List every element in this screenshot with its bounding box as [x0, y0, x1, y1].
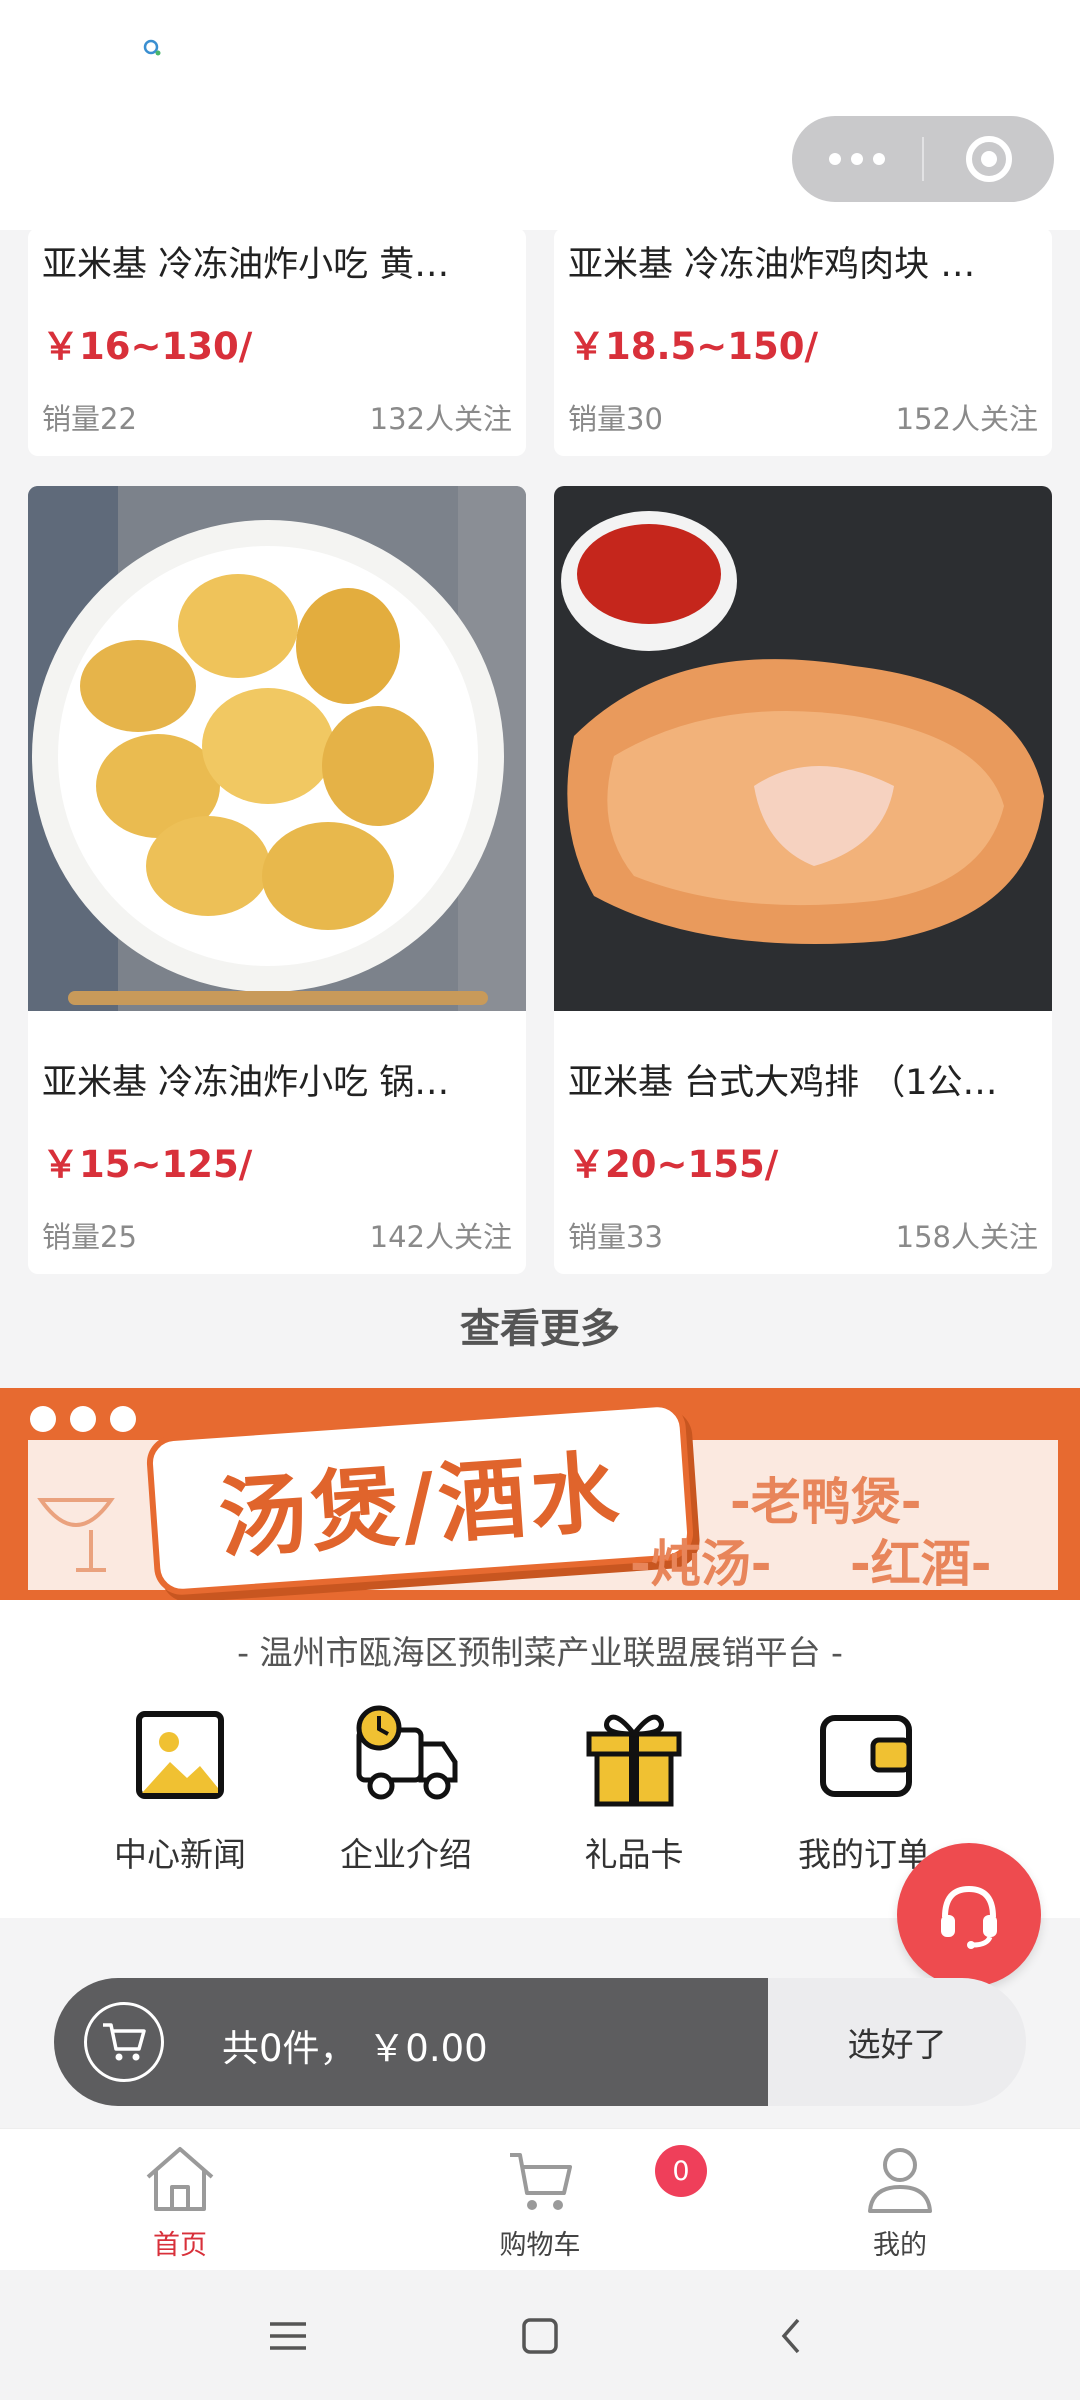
- quick-link-company[interactable]: 企业介绍: [306, 1700, 506, 1876]
- product-title: 亚米基 冷冻油炸小吃 锅…: [42, 1063, 450, 1103]
- cart-total: 共0件， ￥0.00: [222, 2027, 488, 2070]
- menu-nav-button[interactable]: [258, 2306, 318, 2366]
- headset-icon: [941, 1885, 997, 1949]
- square-icon: [522, 2318, 558, 2354]
- product-follow-count: 158人关注: [895, 1220, 1038, 1254]
- quick-link-label: 企业介绍: [340, 1835, 472, 1874]
- platform-slogan: - 温州市瓯海区预制菜产业联盟展销平台 -: [237, 1633, 843, 1672]
- product-card[interactable]: 亚米基 冷冻油炸鸡肉块 … ￥18.5~150/ 销量30 152人关注: [554, 228, 1052, 456]
- mini-program-capsule: [792, 116, 1054, 202]
- promo-banner[interactable]: 汤煲/酒水 -老鸭煲- -炖汤- -红酒-: [0, 1388, 1080, 1600]
- product-card[interactable]: 亚米基 冷冻油炸小吃 黄… ￥16~130/ 销量22 132人关注: [28, 228, 526, 456]
- product-price: ￥15~125/: [42, 1143, 253, 1186]
- product-follow-count: 142人关注: [369, 1220, 512, 1254]
- cart-icon: [103, 2023, 146, 2061]
- product-image-fried-potato[interactable]: [28, 486, 526, 1011]
- quick-link-label: 礼品卡: [584, 1835, 684, 1874]
- banner-headline: 汤煲/酒水: [215, 1439, 626, 1571]
- product-price: ￥16~130/: [42, 325, 253, 368]
- product-sales: 销量25: [42, 1220, 137, 1254]
- product-title: 亚米基 冷冻油炸鸡肉块 …: [568, 245, 976, 285]
- quick-link-my-orders[interactable]: 我的订单: [764, 1700, 964, 1876]
- cart-icon: [510, 2153, 572, 2210]
- more-dots-icon[interactable]: [792, 116, 922, 202]
- see-more-link[interactable]: 查看更多: [0, 1296, 1080, 1354]
- banner-tag: -红酒-: [850, 1535, 992, 1593]
- gift-icon: [586, 1714, 682, 1807]
- tab-cart[interactable]: 购物车: [440, 2143, 640, 2262]
- product-card[interactable]: 亚米基 冷冻油炸小吃 锅… ￥15~125/ 销量25 142人关注: [28, 486, 526, 1274]
- user-icon: [868, 2148, 932, 2213]
- product-price: ￥20~155/: [568, 1143, 779, 1186]
- bottom-tab-bar: 首页 购物车 0 我的: [0, 2128, 1080, 2270]
- tab-label: 我的: [873, 2230, 927, 2261]
- cart-summary[interactable]: 共0件， ￥0.00: [54, 1978, 768, 2106]
- tab-label: 购物车: [499, 2230, 581, 2261]
- product-follow-count: 132人关注: [369, 402, 512, 436]
- banner-window-dots: [30, 1406, 136, 1432]
- tab-me[interactable]: 我的: [800, 2143, 1000, 2262]
- product-sales: 销量30: [568, 402, 663, 436]
- menu-icon: [270, 2322, 306, 2350]
- wallet-icon: [820, 1715, 912, 1797]
- product-price: ￥18.5~150/: [568, 325, 819, 368]
- back-chevron-icon: [781, 2318, 800, 2354]
- product-title: 亚米基 冷冻油炸小吃 黄…: [42, 245, 450, 285]
- product-follow-count: 152人关注: [895, 402, 1038, 436]
- image-icon: [136, 1711, 224, 1799]
- quick-link-news[interactable]: 中心新闻: [80, 1700, 280, 1876]
- soup-bowl-icon: [37, 1498, 115, 1572]
- back-nav-button[interactable]: [762, 2306, 822, 2366]
- product-image-chicken-cutlet[interactable]: [554, 486, 1052, 1011]
- notification-icon: [143, 39, 161, 56]
- product-sales: 销量22: [42, 402, 137, 436]
- product-card[interactable]: 亚米基 台式大鸡排 （1公… ￥20~155/ 销量33 158人关注: [554, 486, 1052, 1274]
- banner-tag: -炖汤-: [630, 1535, 772, 1593]
- cart-count-badge: 0: [655, 2145, 707, 2197]
- tab-home[interactable]: 首页: [80, 2143, 280, 2262]
- home-nav-button[interactable]: [510, 2306, 570, 2366]
- quick-link-label: 中心新闻: [114, 1835, 246, 1874]
- customer-service-button[interactable]: [897, 1843, 1041, 1987]
- tab-label: 首页: [153, 2230, 207, 2261]
- product-sales: 销量33: [568, 1220, 663, 1254]
- system-navigation-bar: [0, 2270, 1080, 2400]
- product-title: 亚米基 台式大鸡排 （1公…: [568, 1063, 998, 1103]
- header-area: [0, 0, 1080, 230]
- quick-link-gift-card[interactable]: 礼品卡: [534, 1700, 734, 1876]
- confirm-selection-button[interactable]: 选好了: [768, 1978, 1026, 2106]
- delivery-truck-icon: [356, 1705, 458, 1800]
- home-icon: [146, 2147, 214, 2211]
- cart-summary-bar: 共0件， ￥0.00 选好了: [54, 1978, 1026, 2106]
- target-close-icon[interactable]: [924, 116, 1054, 202]
- cart-button[interactable]: [84, 2002, 164, 2082]
